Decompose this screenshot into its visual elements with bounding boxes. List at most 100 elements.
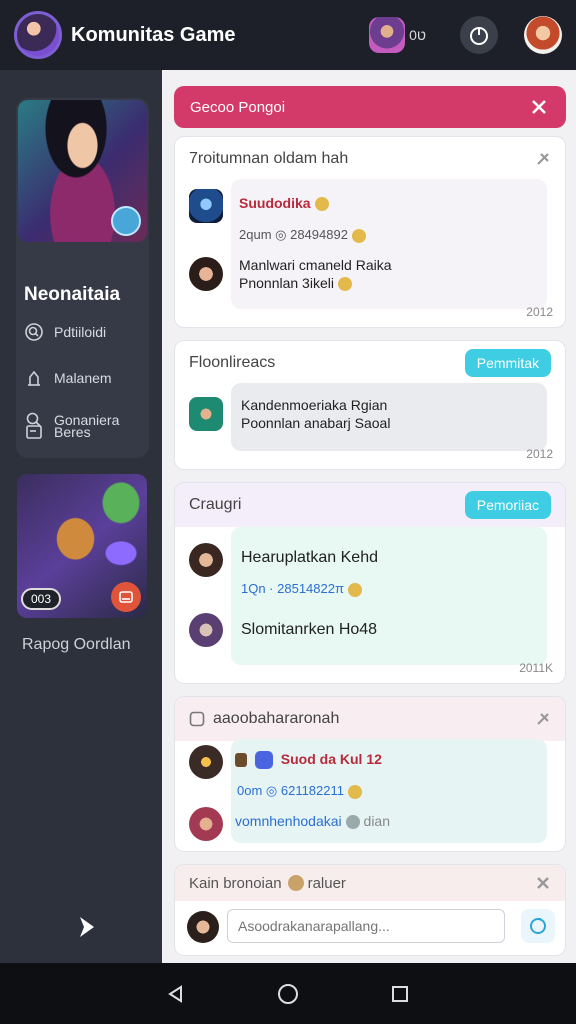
- alert-text: Gecoo Pongoi: [190, 98, 286, 116]
- sidebar-item-label: Pdtiiloidi: [54, 324, 107, 340]
- feed-card-title: Floonlireacs: [189, 354, 276, 371]
- app-title: Komunitas Game: [71, 23, 236, 46]
- message-avatar[interactable]: [189, 807, 223, 841]
- box-icon: [24, 422, 44, 442]
- recents-icon: [392, 985, 408, 1002]
- item-icon: [235, 753, 247, 768]
- message-text: Slomitanrken Ho48: [241, 621, 378, 638]
- emoji-icon: [351, 228, 366, 243]
- sidebar-item-boxes[interactable]: Beres: [24, 422, 91, 442]
- event-card[interactable]: 003: [17, 474, 147, 618]
- event-card-chip: 003: [21, 588, 61, 610]
- message-text-main: vomnhenhodakai: [235, 813, 342, 829]
- message-title: Suudodika: [239, 195, 329, 212]
- emoji-icon: [287, 875, 304, 891]
- message-text: Suod da Kul 12: [280, 751, 382, 767]
- sidebar-item-label: Malanem: [54, 370, 112, 386]
- feed-card: 7roitumnan oldam hah Suudodika 2qum ◎ 28…: [174, 136, 566, 328]
- sidebar-item-label: Beres: [54, 424, 91, 440]
- message-text: vomnhenhodakai dian: [235, 813, 390, 830]
- emoji-icon: [348, 784, 362, 799]
- message-meta-text: 1Qn · 28514822π: [241, 581, 344, 596]
- feed-card-title: 7roitumnan oldam hah: [189, 150, 349, 167]
- hero-portrait: [18, 100, 147, 242]
- composer-card: Kain bronoian raluer: [174, 864, 566, 956]
- message-meta-text: 2qum ◎ 28494892: [239, 227, 348, 242]
- message-sub-text: dian: [363, 813, 390, 829]
- image-icon: [119, 591, 133, 603]
- pin-icon[interactable]: [535, 151, 551, 167]
- message-text: Suudodika: [239, 195, 311, 211]
- message-avatar[interactable]: [189, 543, 223, 577]
- card-action-button[interactable]: Pemoriiac: [464, 491, 551, 519]
- card-timestamp: 2012: [526, 447, 553, 461]
- sidebar-item-profile[interactable]: Pdtiiloidi: [24, 322, 106, 342]
- card-timestamp: 2012: [526, 305, 553, 319]
- message-avatar[interactable]: [189, 257, 223, 291]
- feed-card-title: aaoobahararonah: [213, 710, 340, 727]
- expand-arrow-icon[interactable]: [74, 913, 102, 941]
- message-meta: 2qum ◎ 28494892: [239, 227, 366, 243]
- message-avatar[interactable]: [189, 613, 223, 647]
- close-icon[interactable]: [528, 96, 550, 118]
- emoji-icon: [337, 277, 352, 292]
- top-actions: ט0: [369, 16, 562, 54]
- message-avatar[interactable]: [189, 397, 223, 431]
- hero-chip-text: ט0: [409, 27, 426, 43]
- message-input[interactable]: [227, 909, 505, 943]
- back-button[interactable]: [163, 981, 189, 1007]
- app-root: Komunitas Game ט0 Neonaitaia Pdtiiloidi …: [0, 0, 576, 1024]
- hero-card[interactable]: Neonaitaia Pdtiiloidi Malanem Gonaniera: [16, 98, 149, 458]
- message-title: Suod da Kul 12: [235, 751, 382, 770]
- search-circle-icon: [24, 322, 44, 342]
- hero-badge-icon: [111, 206, 141, 236]
- alert-banner[interactable]: Gecoo Pongoi: [174, 86, 566, 128]
- main-feed: Gecoo Pongoi 7roitumnan oldam hah Suudod…: [162, 70, 576, 963]
- top-bar: Komunitas Game ט0: [0, 0, 576, 70]
- card-action-button[interactable]: Pemmitak: [464, 349, 551, 377]
- message-text: Hearuplatkan Kehd: [241, 549, 378, 566]
- send-button[interactable]: [521, 909, 555, 943]
- user-avatar[interactable]: [524, 16, 562, 54]
- emoji-icon: [345, 815, 360, 830]
- feed-card-title: Craugri: [189, 496, 242, 513]
- system-nav-bar: [0, 963, 576, 1024]
- message-meta: 1Qn · 28514822π: [241, 581, 362, 597]
- composer-avatar[interactable]: [187, 911, 219, 943]
- refresh-icon: [530, 918, 546, 934]
- composer-title-suffix: raluer: [307, 874, 346, 892]
- pin-icon[interactable]: [535, 711, 551, 727]
- message-meta: 0om ◎ 621182211: [237, 783, 362, 799]
- feed-card-header: 7roitumnan oldam hah: [175, 137, 565, 181]
- close-icon[interactable]: [535, 875, 551, 891]
- message-avatar[interactable]: [189, 189, 223, 223]
- message-sub-text: Poonnlan anabarj Saoal: [241, 415, 391, 431]
- emoji-icon: [314, 197, 329, 212]
- feed-card: Floonlireacs Pemmitak Kandenmoeriaka Rgi…: [174, 340, 566, 470]
- badge-icon: [254, 751, 273, 770]
- message-avatar[interactable]: [189, 745, 223, 779]
- hero-chip-icon[interactable]: [369, 17, 406, 53]
- power-button[interactable]: [460, 16, 498, 54]
- home-icon: [278, 983, 298, 1004]
- hero-name: Neonaitaia: [24, 284, 121, 305]
- recents-button[interactable]: [387, 981, 413, 1007]
- card-timestamp: 2011K: [519, 661, 553, 675]
- emoji-icon: [347, 582, 362, 597]
- app-avatar[interactable]: [14, 11, 62, 59]
- sidebar-item-members[interactable]: Malanem: [24, 368, 112, 388]
- back-icon: [168, 984, 182, 1003]
- feed-card-header: Craugri Pemoriiac: [175, 483, 565, 527]
- message-meta-text: 0om ◎ 621182211: [237, 783, 344, 798]
- home-button[interactable]: [275, 981, 301, 1007]
- checkbox-icon[interactable]: [189, 711, 205, 727]
- composer-header: Kain bronoian raluer: [175, 865, 565, 901]
- message-text-2: Pnonnlan 3ikeli: [239, 275, 352, 292]
- event-card-button[interactable]: [111, 582, 141, 612]
- message-text: Kandenmoeriaka Rgian: [241, 397, 388, 413]
- message-sub-text: Pnonnlan 3ikeli: [239, 275, 334, 291]
- person-icon: [24, 368, 44, 388]
- feed-card: Craugri Pemoriiac Hearuplatkan Kehd 1Qn …: [174, 482, 566, 684]
- sidebar: Neonaitaia Pdtiiloidi Malanem Gonaniera: [0, 70, 162, 963]
- event-card-caption: Rapog Oordlan: [22, 636, 131, 653]
